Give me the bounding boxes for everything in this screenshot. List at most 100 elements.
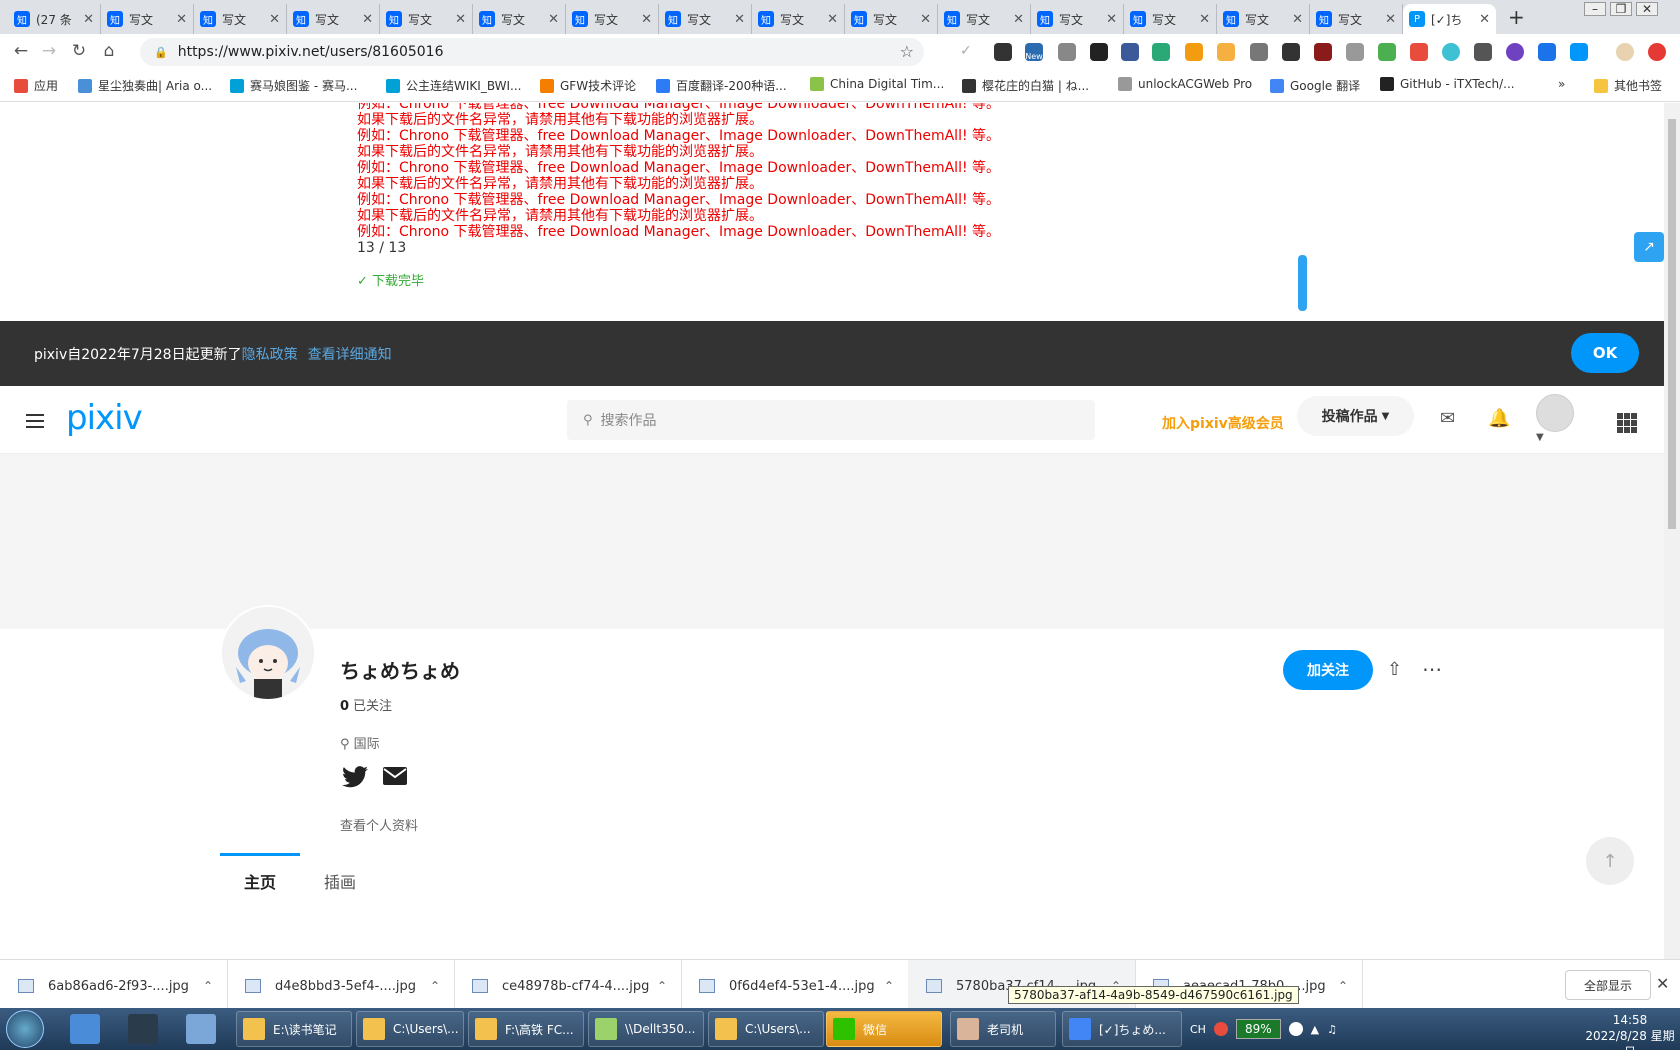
tab-close-icon[interactable]: ✕ (548, 12, 559, 27)
pixiv-logo[interactable]: pixiv (66, 398, 143, 438)
copy-extension-icon[interactable] (1474, 43, 1492, 61)
v-extension-icon[interactable] (1538, 43, 1556, 61)
tab-close-icon[interactable]: ✕ (1199, 12, 1210, 27)
wifi-icon[interactable]: ▲ (1311, 1023, 1319, 1036)
tab-close-icon[interactable]: ✕ (176, 12, 187, 27)
tray-app-icon[interactable] (1288, 1022, 1303, 1036)
browser-tab[interactable]: 知写文 ✕ (380, 4, 473, 34)
chevron-up-icon[interactable]: ⌃ (430, 979, 440, 993)
bookmark-item[interactable]: GFW技术评论 (540, 77, 636, 94)
mail-icon[interactable]: ✉ (1440, 408, 1455, 429)
privacy-policy-link[interactable]: 隐私政策 (242, 344, 298, 364)
drag-handle[interactable] (1298, 255, 1307, 311)
browser-tab[interactable]: 知写文 ✕ (1124, 4, 1217, 34)
minimize-icon[interactable]: – (1584, 2, 1606, 16)
browser-tab[interactable]: 知写文 ✕ (659, 4, 752, 34)
browser-tab[interactable]: 知写文 ✕ (845, 4, 938, 34)
email-icon[interactable] (382, 766, 408, 794)
panel-extension-icon[interactable] (1217, 43, 1235, 61)
volume-icon[interactable]: ♫ (1327, 1023, 1337, 1036)
post-work-button[interactable]: 投稿作品 ▼ (1297, 396, 1414, 436)
bookmark-item[interactable]: 百度翻译-200种语... (656, 77, 787, 94)
tab-illustrations[interactable]: 插画 (300, 861, 380, 901)
bookmark-item[interactable]: unlockACGWeb Pro (1118, 77, 1252, 91)
taskbar-button[interactable]: C:\Users\... (356, 1011, 464, 1047)
tab-close-icon[interactable]: ✕ (1479, 12, 1490, 27)
taskbar-button[interactable]: \\Dellt350... (588, 1011, 704, 1047)
bookmark-star-icon[interactable]: ☆ (900, 42, 914, 61)
shop-extension-icon[interactable] (1410, 43, 1428, 61)
bookmark-item[interactable]: 应用 (14, 77, 58, 94)
download-item[interactable]: 6ab86ad6-2f93-....jpg ⌃ (0, 960, 228, 1012)
notice-details-link[interactable]: 查看详细通知 (308, 344, 392, 364)
show-all-downloads-button[interactable]: 全部显示 (1565, 970, 1651, 1000)
new-extension-icon[interactable]: New (1025, 43, 1043, 61)
profile-avatar-icon[interactable] (1616, 43, 1634, 61)
back-icon[interactable]: ← (10, 41, 32, 61)
download-item[interactable]: 0f6d4ef4-53e1-4....jpg ⌃ (681, 960, 909, 1012)
chevron-up-icon[interactable]: ⌃ (1338, 979, 1348, 993)
tab-home[interactable]: 主页 (220, 853, 300, 901)
discount-extension-icon[interactable] (1185, 43, 1203, 61)
download-item[interactable]: d4e8bbd3-5ef4-....jpg ⌃ (227, 960, 455, 1012)
menu-icon[interactable] (26, 414, 44, 432)
following-stat[interactable]: 0 已关注 (340, 695, 392, 714)
show-desktop-icon[interactable] (70, 1014, 100, 1044)
browser-tab[interactable]: 知写文 ✕ (287, 4, 380, 34)
browser-tab[interactable]: 知写文 ✕ (566, 4, 659, 34)
browser-tab[interactable]: 知写文 ✕ (473, 4, 566, 34)
chevron-up-icon[interactable]: ⌃ (657, 979, 667, 993)
taskbar-button[interactable]: C:\Users\... (708, 1011, 824, 1047)
battery-indicator[interactable]: 89% (1235, 1019, 1281, 1039)
chevron-up-icon[interactable]: ⌃ (884, 979, 894, 993)
arrow-down-extension-icon[interactable] (1282, 43, 1300, 61)
tab-close-icon[interactable]: ✕ (362, 12, 373, 27)
target-extension-icon[interactable] (1250, 43, 1268, 61)
apps-grid-icon[interactable] (1617, 413, 1637, 433)
browser-tab[interactable]: 知 (27 条 ✕ (8, 4, 101, 34)
update-icon[interactable] (1648, 43, 1666, 61)
tab-active[interactable]: P [✓]ち ✕ (1403, 4, 1496, 34)
restore-icon[interactable]: ❐ (1610, 2, 1632, 16)
tab-close-icon[interactable]: ✕ (83, 12, 94, 27)
bookmark-item[interactable]: 星尘独奏曲| Aria o... (78, 77, 212, 94)
profile-avatar[interactable] (220, 605, 316, 701)
taskbar-button[interactable]: 老司机 (950, 1011, 1056, 1047)
bell-icon[interactable]: 🔔 (1488, 408, 1510, 429)
bookmark-item[interactable]: GitHub - iTXTech/... (1380, 77, 1515, 91)
messenger-extension-icon[interactable] (1090, 43, 1108, 61)
tab-close-icon[interactable]: ✕ (269, 12, 280, 27)
red-extension-icon[interactable] (1314, 43, 1332, 61)
tab-close-icon[interactable]: ✕ (641, 12, 652, 27)
bookmarks-more-icon[interactable]: » (1558, 77, 1565, 91)
browser-tab[interactable]: 知写文 ✕ (1031, 4, 1124, 34)
glasses-extension-icon[interactable] (994, 43, 1012, 61)
js-extension-icon[interactable] (1378, 43, 1396, 61)
browser-tab[interactable]: 知写文 ✕ (194, 4, 287, 34)
taskbar-button[interactable]: 微信 (826, 1011, 942, 1047)
tab-close-icon[interactable]: ✕ (1385, 12, 1396, 27)
browser-tab[interactable]: 知写文 ✕ (1217, 4, 1310, 34)
other-bookmarks[interactable]: 其他书签 (1594, 77, 1662, 94)
premium-link[interactable]: 加入pixiv高级会员 (1162, 413, 1284, 433)
ime-indicator[interactable]: CH (1190, 1023, 1206, 1036)
tab-close-icon[interactable]: ✕ (827, 12, 838, 27)
p-extension-icon[interactable] (1442, 43, 1460, 61)
more-options-icon[interactable]: ⋯ (1422, 657, 1443, 681)
gray-extension-icon[interactable] (1346, 43, 1364, 61)
start-button[interactable] (6, 1010, 44, 1048)
tab-close-icon[interactable]: ✕ (734, 12, 745, 27)
ok-button[interactable]: OK (1571, 333, 1639, 373)
search-input[interactable]: ⚲ 搜索作品 (567, 400, 1095, 440)
bookmark-item[interactable]: 樱花庄的白猫 | ね... (962, 77, 1089, 94)
external-link-icon[interactable]: ↗ (1634, 232, 1664, 262)
user-avatar[interactable] (1536, 394, 1574, 432)
share-icon[interactable]: ⇧ (1387, 659, 1402, 680)
download-extension-icon[interactable] (1058, 43, 1076, 61)
browser-tab[interactable]: 知写文 ✕ (752, 4, 845, 34)
tab-close-icon[interactable]: ✕ (1106, 12, 1117, 27)
chevron-up-icon[interactable]: ⌃ (203, 979, 213, 993)
bookmark-item[interactable]: Google 翻译 (1270, 77, 1360, 94)
scroll-to-top-icon[interactable]: ↑ (1586, 837, 1634, 885)
tab-close-icon[interactable]: ✕ (455, 12, 466, 27)
